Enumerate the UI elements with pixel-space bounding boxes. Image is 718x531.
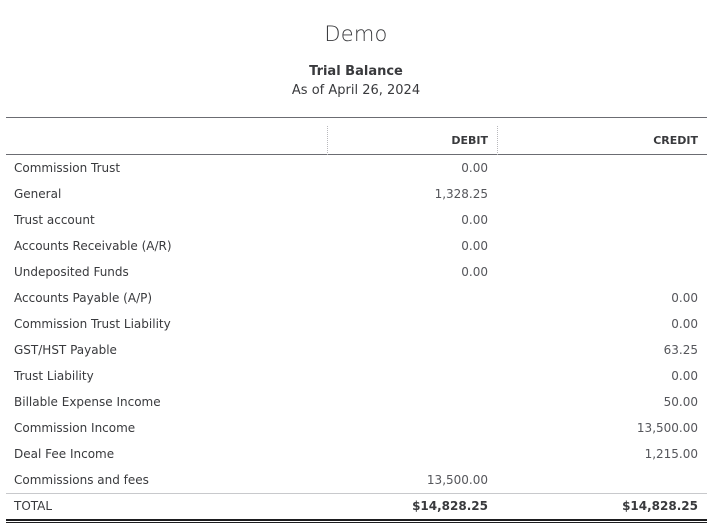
total-row: TOTAL $14,828.25 $14,828.25 bbox=[6, 493, 707, 519]
account-name[interactable]: Billable Expense Income bbox=[14, 389, 161, 415]
report-title: Trial Balance bbox=[309, 64, 403, 79]
credit-amount[interactable]: 50.00 bbox=[497, 389, 707, 415]
table-row[interactable]: General 1,328.25 bbox=[6, 181, 707, 207]
debit-amount[interactable]: 0.00 bbox=[327, 207, 497, 233]
debit-amount[interactable]: 0.00 bbox=[327, 155, 497, 181]
credit-amount[interactable]: 1,215.00 bbox=[497, 441, 707, 467]
debit-amount[interactable]: 0.00 bbox=[327, 259, 497, 285]
account-name[interactable]: Commission Income bbox=[14, 415, 135, 441]
total-label: TOTAL bbox=[14, 499, 53, 513]
table-row[interactable]: Commissions and fees 13,500.00 bbox=[6, 467, 707, 493]
debit-amount[interactable]: 0.00 bbox=[327, 233, 497, 259]
table-row[interactable]: Commission Trust Liability 0.00 bbox=[6, 311, 707, 337]
account-name[interactable]: Trust Liability bbox=[14, 363, 94, 389]
total-credit[interactable]: $14,828.25 bbox=[497, 494, 707, 518]
trial-balance-table: DEBIT CREDIT Commission Trust 0.00 Genera… bbox=[6, 117, 707, 523]
table-row[interactable]: Trust Liability 0.00 bbox=[6, 363, 707, 389]
account-name[interactable]: Deal Fee Income bbox=[14, 441, 114, 467]
credit-amount[interactable]: 0.00 bbox=[497, 311, 707, 337]
total-double-underline bbox=[6, 519, 707, 523]
account-name[interactable]: Commissions and fees bbox=[14, 467, 149, 493]
report-date: As of April 26, 2024 bbox=[291, 83, 421, 98]
account-name[interactable]: Trust account bbox=[14, 207, 95, 233]
table-row[interactable]: GST/HST Payable 63.25 bbox=[6, 337, 707, 363]
table-row[interactable]: Billable Expense Income 50.00 bbox=[6, 389, 707, 415]
company-name: Demo bbox=[324, 22, 388, 46]
table-row[interactable]: Deal Fee Income 1,215.00 bbox=[6, 441, 707, 467]
account-name[interactable]: Accounts Payable (A/P) bbox=[14, 285, 152, 311]
table-body: Commission Trust 0.00 General 1,328.25 Tru… bbox=[6, 155, 707, 493]
table-row[interactable]: Trust account 0.00 bbox=[6, 207, 707, 233]
column-header-credit[interactable]: CREDIT bbox=[497, 126, 707, 155]
table-header: DEBIT CREDIT bbox=[6, 117, 707, 155]
account-name[interactable]: General bbox=[14, 181, 61, 207]
account-name[interactable]: GST/HST Payable bbox=[14, 337, 117, 363]
account-name[interactable]: Commission Trust Liability bbox=[14, 311, 171, 337]
column-header-debit[interactable]: DEBIT bbox=[327, 126, 497, 155]
account-name[interactable]: Commission Trust bbox=[14, 155, 120, 181]
table-row[interactable]: Commission Trust 0.00 bbox=[6, 155, 707, 181]
account-name[interactable]: Undeposited Funds bbox=[14, 259, 129, 285]
credit-amount[interactable]: 0.00 bbox=[497, 285, 707, 311]
table-row[interactable]: Undeposited Funds 0.00 bbox=[6, 259, 707, 285]
credit-amount[interactable]: 63.25 bbox=[497, 337, 707, 363]
debit-amount[interactable]: 13,500.00 bbox=[327, 467, 497, 493]
debit-amount[interactable]: 1,328.25 bbox=[327, 181, 497, 207]
total-debit[interactable]: $14,828.25 bbox=[327, 494, 497, 518]
credit-amount[interactable]: 13,500.00 bbox=[497, 415, 707, 441]
table-row[interactable]: Accounts Receivable (A/R) 0.00 bbox=[6, 233, 707, 259]
table-row[interactable]: Commission Income 13,500.00 bbox=[6, 415, 707, 441]
account-name[interactable]: Accounts Receivable (A/R) bbox=[14, 233, 172, 259]
credit-amount[interactable]: 0.00 bbox=[497, 363, 707, 389]
table-row[interactable]: Accounts Payable (A/P) 0.00 bbox=[6, 285, 707, 311]
